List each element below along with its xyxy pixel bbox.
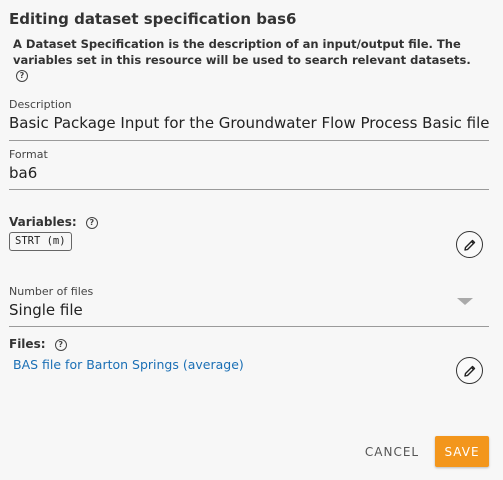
caret-down-icon[interactable] (457, 298, 473, 305)
description-label: Description (9, 98, 72, 111)
file-link[interactable]: BAS file for Barton Springs (average) (13, 357, 244, 372)
files-label: Files: ? (9, 337, 67, 351)
variables-label-text: Variables: (9, 215, 77, 229)
edit-files-button[interactable] (456, 357, 483, 384)
pencil-icon (463, 239, 475, 251)
help-icon[interactable]: ? (85, 216, 98, 229)
variables-label: Variables: ? (9, 215, 98, 229)
number-of-files-label: Number of files (9, 285, 94, 298)
description-field[interactable]: Basic Package Input for the Groundwater … (9, 114, 490, 132)
number-of-files-underline (9, 326, 489, 327)
pencil-icon (463, 365, 475, 377)
dialog-intro: A Dataset Specification is the descripti… (13, 37, 471, 67)
edit-variables-button[interactable] (456, 231, 483, 258)
help-icon[interactable]: ? (54, 338, 67, 351)
cancel-button[interactable]: CANCEL (360, 436, 424, 467)
save-button[interactable]: SAVE (435, 436, 489, 467)
format-field[interactable]: ba6 (9, 164, 37, 182)
variable-chip: STRT (m) (9, 232, 72, 251)
description-underline (9, 140, 489, 141)
format-underline (9, 189, 489, 190)
dialog-title: Editing dataset specification bas6 (9, 10, 297, 28)
number-of-files-select[interactable]: Single file (9, 301, 83, 319)
help-icon[interactable]: ? (16, 70, 28, 82)
files-label-text: Files: (9, 337, 46, 351)
format-label: Format (9, 148, 48, 161)
